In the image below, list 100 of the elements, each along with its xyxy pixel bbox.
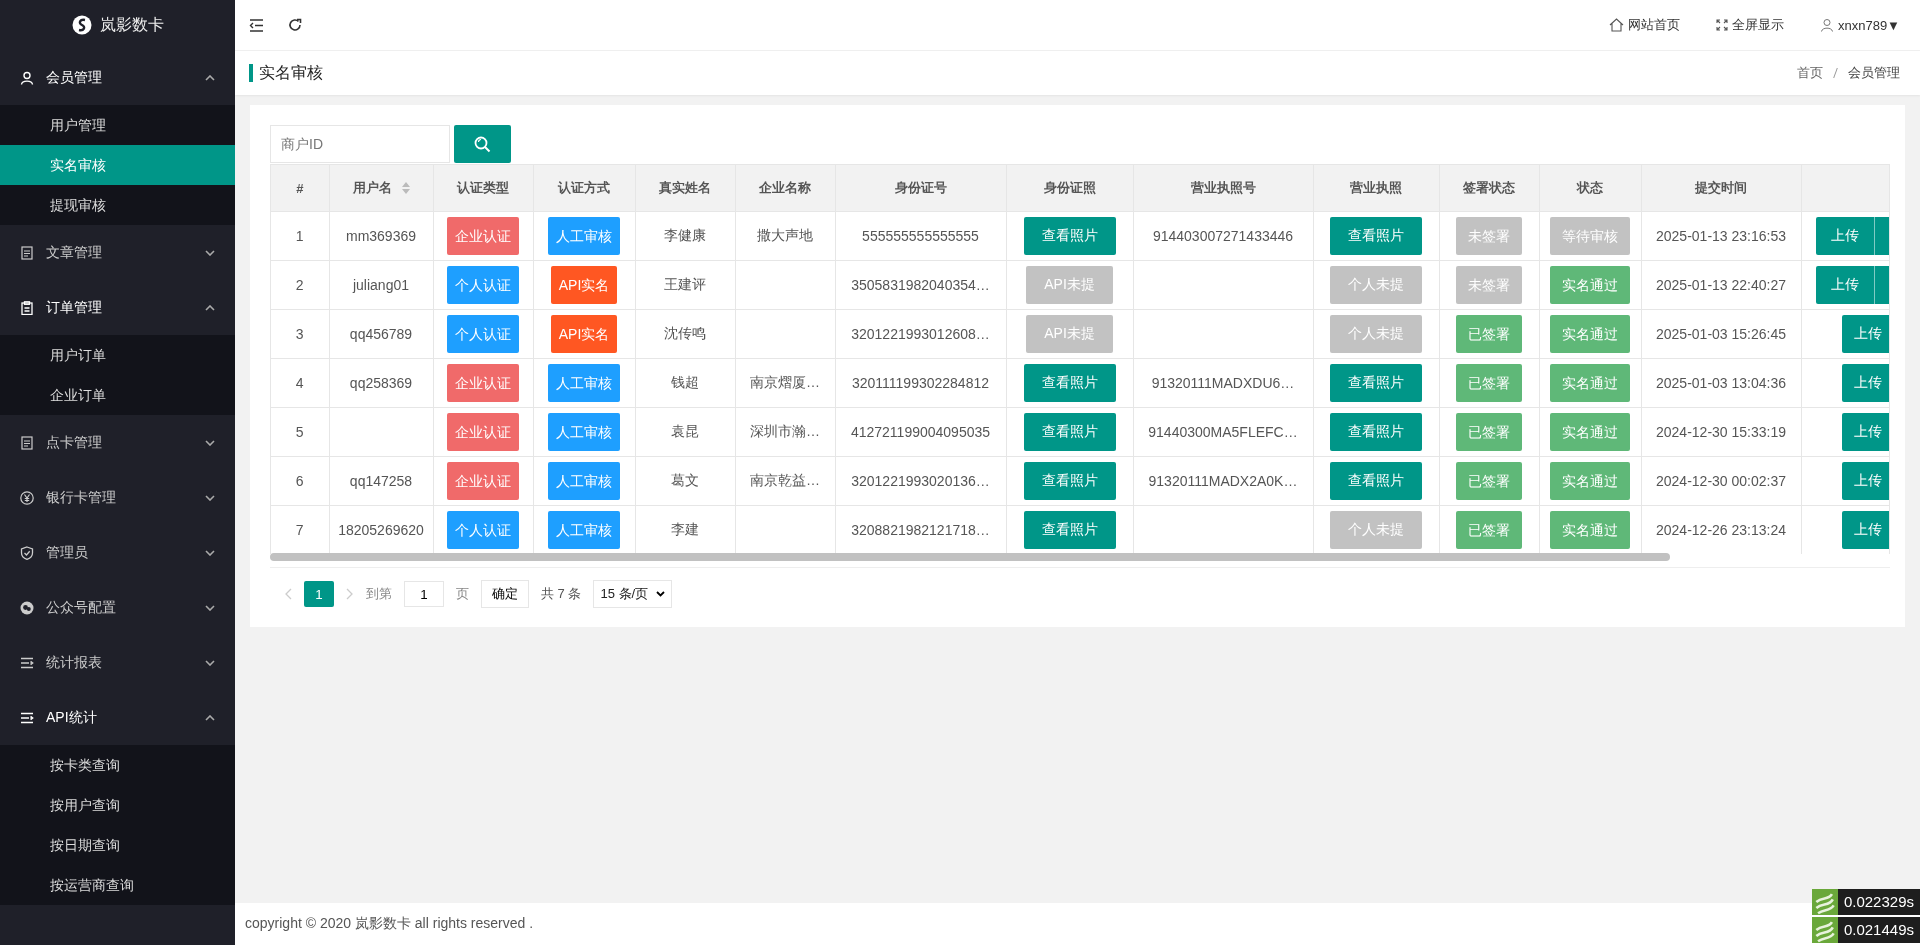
column-header: 身份证照 [1006, 165, 1133, 212]
id-photo-button[interactable]: 查看照片 [1023, 413, 1116, 451]
table-cell: 3201221993020136… [835, 456, 1006, 506]
breadcrumb-link[interactable]: 首页 [1797, 64, 1823, 82]
chevron-up-icon [205, 74, 215, 81]
license-photo-button[interactable]: 查看照片 [1330, 462, 1422, 500]
menu-fold-icon[interactable] [249, 18, 264, 32]
upload-button[interactable]: 上传 [1841, 315, 1889, 353]
sidebar-group[interactable]: 银行卡管理 [0, 470, 235, 525]
leaf-icon[interactable] [1811, 917, 1838, 943]
upload-button[interactable]: 上传 [1815, 217, 1874, 255]
user-icon [20, 70, 34, 85]
upload-button[interactable]: 上传 [1841, 364, 1889, 402]
upload-button[interactable]: 上传 [1841, 413, 1889, 451]
chevron-down-icon [205, 604, 215, 611]
table-cell: 葛文 [635, 456, 735, 506]
chevron-up-icon [205, 304, 215, 311]
top-link[interactable]: 网站首页 [1608, 16, 1680, 34]
table-cell: 91440300MA5FLEFC… [1133, 407, 1313, 457]
chevron-down-icon [205, 439, 215, 446]
page-size-select[interactable]: 15 条/页 [593, 580, 673, 608]
table-cell: 3201221993012608… [835, 309, 1006, 359]
page-title: 实名审核 [249, 64, 323, 82]
sort-icon[interactable] [401, 182, 410, 194]
column-header: 真实姓名 [635, 165, 735, 212]
sidebar-item[interactable]: 用户管理 [0, 105, 235, 145]
column-header: # [271, 165, 329, 212]
sidebar-item[interactable]: 提现审核 [0, 185, 235, 225]
column-header: 企业名称 [735, 165, 835, 212]
next-page-icon[interactable] [346, 588, 354, 600]
upload-button[interactable]: 上传 [1841, 511, 1889, 549]
page-button[interactable]: 1 [304, 581, 334, 607]
search-button[interactable] [454, 125, 511, 163]
tag: API实名 [550, 315, 618, 353]
confirm-button[interactable]: 确定 [481, 580, 529, 608]
sidebar-item[interactable]: 按用户查询 [0, 785, 235, 825]
chevron-down-icon [205, 659, 215, 666]
sidebar-item[interactable]: 按运营商查询 [0, 865, 235, 905]
sidebar-group[interactable]: API统计 [0, 690, 235, 745]
license-photo-button[interactable]: 查看照片 [1330, 413, 1422, 451]
status-tag: 实名通过 [1550, 364, 1630, 402]
brand-name: 岚影数卡 [99, 14, 164, 35]
previous-page-icon[interactable] [284, 588, 292, 600]
top-link[interactable]: 全屏显示 [1715, 16, 1784, 34]
caret-icon [656, 591, 666, 597]
license-photo-button[interactable]: 查看照片 [1330, 217, 1422, 255]
yen-icon [20, 490, 34, 505]
sidebar-group[interactable]: 会员管理 [0, 50, 235, 105]
sidebar-group[interactable]: 公众号配置 [0, 580, 235, 635]
user-menu[interactable]: xnxn789▼ [1819, 17, 1900, 33]
sidebar-group-label: 统计报表 [46, 653, 103, 672]
horizontal-scrollbar[interactable] [270, 553, 1670, 561]
table-cell: 1 [271, 211, 329, 261]
timing-badge: 0.021449s [1837, 917, 1920, 943]
license-photo-button[interactable]: 查看照片 [1330, 364, 1422, 402]
sidebar-group[interactable]: 点卡管理 [0, 415, 235, 470]
upload-button[interactable]: 上传 [1841, 462, 1889, 500]
table-cell: 王建评 [635, 260, 735, 310]
id-photo-button[interactable]: 查看照片 [1023, 364, 1116, 402]
breadcrumb-link[interactable]: 会员管理 [1848, 64, 1900, 82]
shield-icon [20, 545, 34, 560]
tag: 企业认证 [447, 217, 519, 255]
sidebar-group[interactable]: 订单管理 [0, 280, 235, 335]
sidebar-item[interactable]: 实名审核 [0, 145, 235, 185]
tag: 人工审核 [548, 217, 620, 255]
goto-label: 到第 [366, 585, 392, 603]
sidebar-item[interactable]: 按卡类查询 [0, 745, 235, 785]
leaf-icon[interactable] [1811, 889, 1838, 915]
refresh-icon[interactable] [288, 18, 302, 32]
table-cell: 袁昆 [635, 407, 735, 457]
upload-button[interactable]: 上传 [1815, 266, 1874, 304]
tag: 个人认证 [447, 315, 519, 353]
logo-icon [71, 15, 92, 35]
sign-status-tag: 已签署 [1456, 413, 1522, 451]
page-label: 页 [456, 585, 469, 603]
table-cell: qq147258 [329, 456, 433, 506]
merchant-id-field[interactable]: 商户ID [270, 125, 450, 163]
id-photo-button[interactable]: 查看照片 [1023, 462, 1116, 500]
id-photo-button[interactable]: 查看照片 [1023, 217, 1116, 255]
id-photo-button[interactable]: 查看照片 [1023, 511, 1116, 549]
column-header: 签署状态 [1439, 165, 1539, 212]
sidebar-item[interactable]: 企业订单 [0, 375, 235, 415]
page-number-field[interactable]: 1 [404, 581, 444, 607]
sidebar-item[interactable]: 用户订单 [0, 335, 235, 375]
table-cell: 南京乾益… [735, 456, 835, 506]
document-icon [20, 245, 34, 260]
sidebar-group[interactable]: 管理员 [0, 525, 235, 580]
fullscreen-icon [1715, 19, 1728, 31]
sidebar-group-label: 订单管理 [46, 298, 103, 317]
copyright-text: copyright © 2020 岚影数卡 all rights reserved . [245, 915, 534, 933]
status-tag: 实名通过 [1550, 315, 1630, 353]
sidebar-item[interactable]: 按日期查询 [0, 825, 235, 865]
table-cell: 2025-01-13 23:16:53 [1641, 211, 1801, 261]
sign-status-tag: 未签署 [1456, 266, 1522, 304]
sidebar-group[interactable]: 统计报表 [0, 635, 235, 690]
table-cell: 钱超 [635, 358, 735, 408]
sidebar-group[interactable]: 文章管理 [0, 225, 235, 280]
column-header: 用户名 [329, 165, 433, 212]
total-count: 共 7 条 [541, 585, 582, 603]
table-cell: 2025-01-03 13:04:36 [1641, 358, 1801, 408]
